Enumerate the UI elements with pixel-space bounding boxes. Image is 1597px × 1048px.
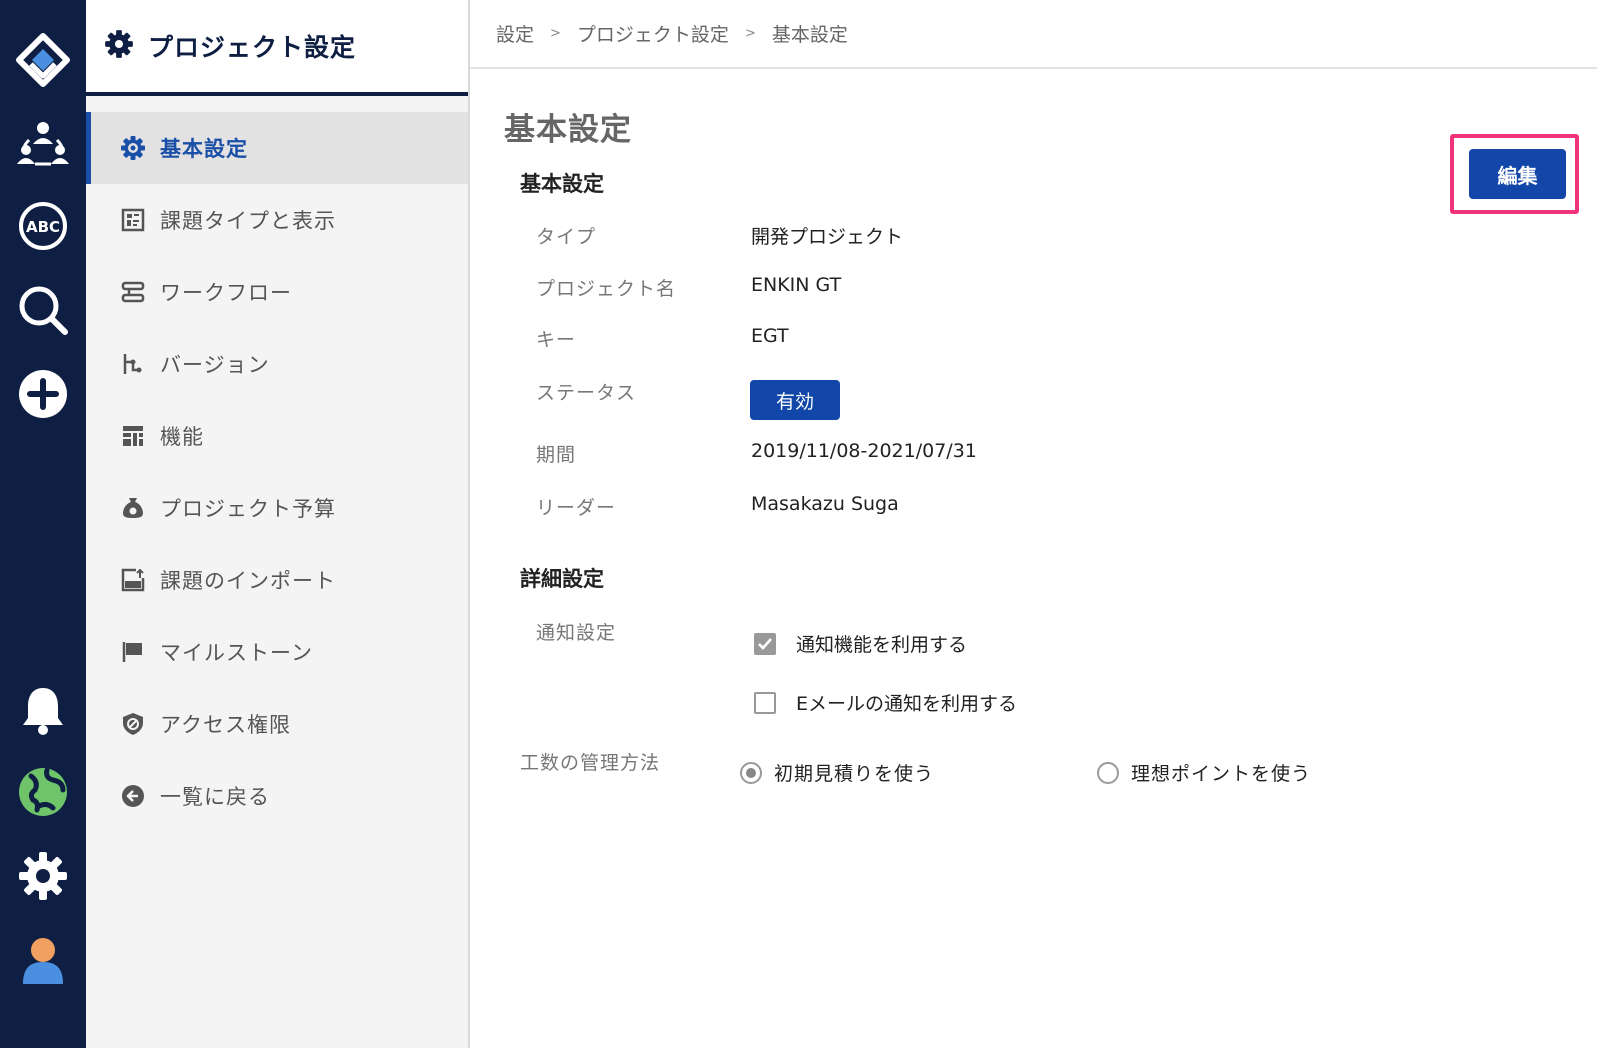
- sidebar-nav: 基本設定 課題タイプと表示 ワークフロー バージョン 機能 プロジェクト予算 課…: [86, 112, 468, 832]
- issue-type-icon: [120, 207, 146, 233]
- main-content: 設定 > プロジェクト設定 > 基本設定 基本設定 編集 基本設定 タイプ 開発…: [470, 0, 1597, 1048]
- csv-import-icon: [120, 567, 146, 593]
- checkbox-label: Eメールの通知を利用する: [796, 693, 1018, 715]
- status-badge: 有効: [750, 380, 840, 420]
- sidebar-item-budget[interactable]: プロジェクト予算: [86, 472, 468, 544]
- add-icon[interactable]: [13, 364, 73, 424]
- gear-icon[interactable]: [13, 846, 73, 906]
- sidebar-item-label: バージョン: [160, 353, 270, 377]
- checkbox-checked[interactable]: [754, 632, 776, 655]
- field-label-key: キー: [536, 329, 577, 351]
- checkbox-label: 通知機能を利用する: [796, 634, 968, 656]
- field-value-key: EGT: [751, 325, 789, 347]
- page-title: 基本設定: [504, 112, 632, 148]
- check-icon: [758, 637, 772, 650]
- sidebar-item-label: 課題タイプと表示: [160, 209, 336, 233]
- breadcrumb-separator: >: [550, 26, 561, 41]
- feature-icon: [120, 423, 146, 449]
- field-label-project-name: プロジェクト名: [536, 278, 677, 300]
- bell-icon[interactable]: [13, 680, 73, 740]
- breadcrumb-project-settings[interactable]: プロジェクト設定: [577, 20, 729, 47]
- sidebar-item-label: プロジェクト予算: [160, 497, 336, 521]
- field-value-project-name: ENKIN GT: [751, 274, 842, 296]
- radio-label: 理想ポイントを使う: [1131, 763, 1312, 785]
- sidebar-title: プロジェクト設定: [148, 33, 357, 62]
- sidebar-item-label: ワークフロー: [160, 281, 292, 305]
- abc-icon[interactable]: ABC: [13, 196, 73, 256]
- logo-icon[interactable]: [13, 30, 73, 90]
- sidebar-item-label: 機能: [160, 425, 204, 449]
- sidebar-item-features[interactable]: 機能: [86, 400, 468, 472]
- section-title-detail: 詳細設定: [520, 567, 604, 591]
- field-label-period: 期間: [536, 444, 577, 466]
- gear-icon: [120, 135, 146, 161]
- sidebar-header: プロジェクト設定: [86, 0, 468, 96]
- user-avatar-icon[interactable]: [13, 930, 73, 990]
- edit-button-highlight: 編集: [1450, 134, 1579, 214]
- sidebar-item-workflow[interactable]: ワークフロー: [86, 256, 468, 328]
- sidebar-item-label: 課題のインポート: [160, 569, 336, 593]
- radio-label: 初期見積りを使う: [774, 763, 935, 785]
- breadcrumb-settings[interactable]: 設定: [496, 20, 534, 47]
- field-label-type: タイプ: [536, 226, 597, 248]
- workflow-icon: [120, 279, 146, 305]
- sidebar-item-milestone[interactable]: マイルストーン: [86, 616, 468, 688]
- sidebar-item-basic-settings[interactable]: 基本設定: [86, 112, 468, 184]
- section-title-basic: 基本設定: [520, 172, 604, 196]
- sidebar-item-issue-types[interactable]: 課題タイプと表示: [86, 184, 468, 256]
- effort-initial-estimate-radio[interactable]: 初期見積りを使う: [740, 759, 934, 786]
- field-label-notification: 通知設定: [536, 622, 617, 644]
- app-rail: ABC: [0, 0, 86, 1048]
- notify-feature-checkbox[interactable]: 通知機能を利用する: [754, 630, 967, 657]
- settings-sidebar: プロジェクト設定 基本設定 課題タイプと表示 ワークフロー バージョン 機能 プ…: [86, 0, 470, 1048]
- sidebar-item-access[interactable]: アクセス権限: [86, 688, 468, 760]
- radio-unselected[interactable]: [1097, 761, 1119, 784]
- field-label-effort-method: 工数の管理方法: [520, 752, 661, 774]
- sidebar-item-label: 一覧に戻る: [160, 785, 270, 809]
- breadcrumb-current: 基本設定: [771, 24, 848, 46]
- sidebar-item-issue-import[interactable]: 課題のインポート: [86, 544, 468, 616]
- breadcrumb: 設定 > プロジェクト設定 > 基本設定: [470, 0, 1597, 69]
- svg-text:ABC: ABC: [26, 218, 60, 236]
- checkbox-unchecked[interactable]: [754, 691, 776, 714]
- field-value-leader: Masakazu Suga: [751, 493, 899, 515]
- sidebar-item-label: 基本設定: [160, 137, 248, 161]
- field-label-status: ステータス: [536, 382, 637, 404]
- field-value-period: 2019/11/08-2021/07/31: [751, 440, 977, 462]
- effort-ideal-point-radio[interactable]: 理想ポイントを使う: [1097, 759, 1311, 786]
- sidebar-item-back-to-list[interactable]: 一覧に戻る: [86, 760, 468, 832]
- edit-button[interactable]: 編集: [1469, 149, 1566, 199]
- back-arrow-icon: [120, 783, 146, 809]
- radio-selected[interactable]: [740, 761, 762, 784]
- notify-email-checkbox[interactable]: Eメールの通知を利用する: [754, 689, 1017, 716]
- sidebar-item-label: アクセス権限: [160, 713, 291, 737]
- shield-icon: [120, 711, 146, 737]
- breadcrumb-separator: >: [744, 26, 756, 41]
- sidebar-item-label: マイルストーン: [160, 641, 313, 665]
- sidebar-item-version[interactable]: バージョン: [86, 328, 468, 400]
- field-label-leader: リーダー: [536, 497, 617, 519]
- version-icon: [120, 351, 146, 377]
- budget-icon: [120, 495, 146, 521]
- field-value-type: 開発プロジェクト: [751, 226, 904, 248]
- gear-icon: [104, 29, 134, 63]
- flag-icon: [120, 639, 146, 665]
- search-icon[interactable]: [13, 280, 73, 340]
- globe-icon[interactable]: [13, 762, 73, 822]
- team-icon[interactable]: [13, 114, 73, 174]
